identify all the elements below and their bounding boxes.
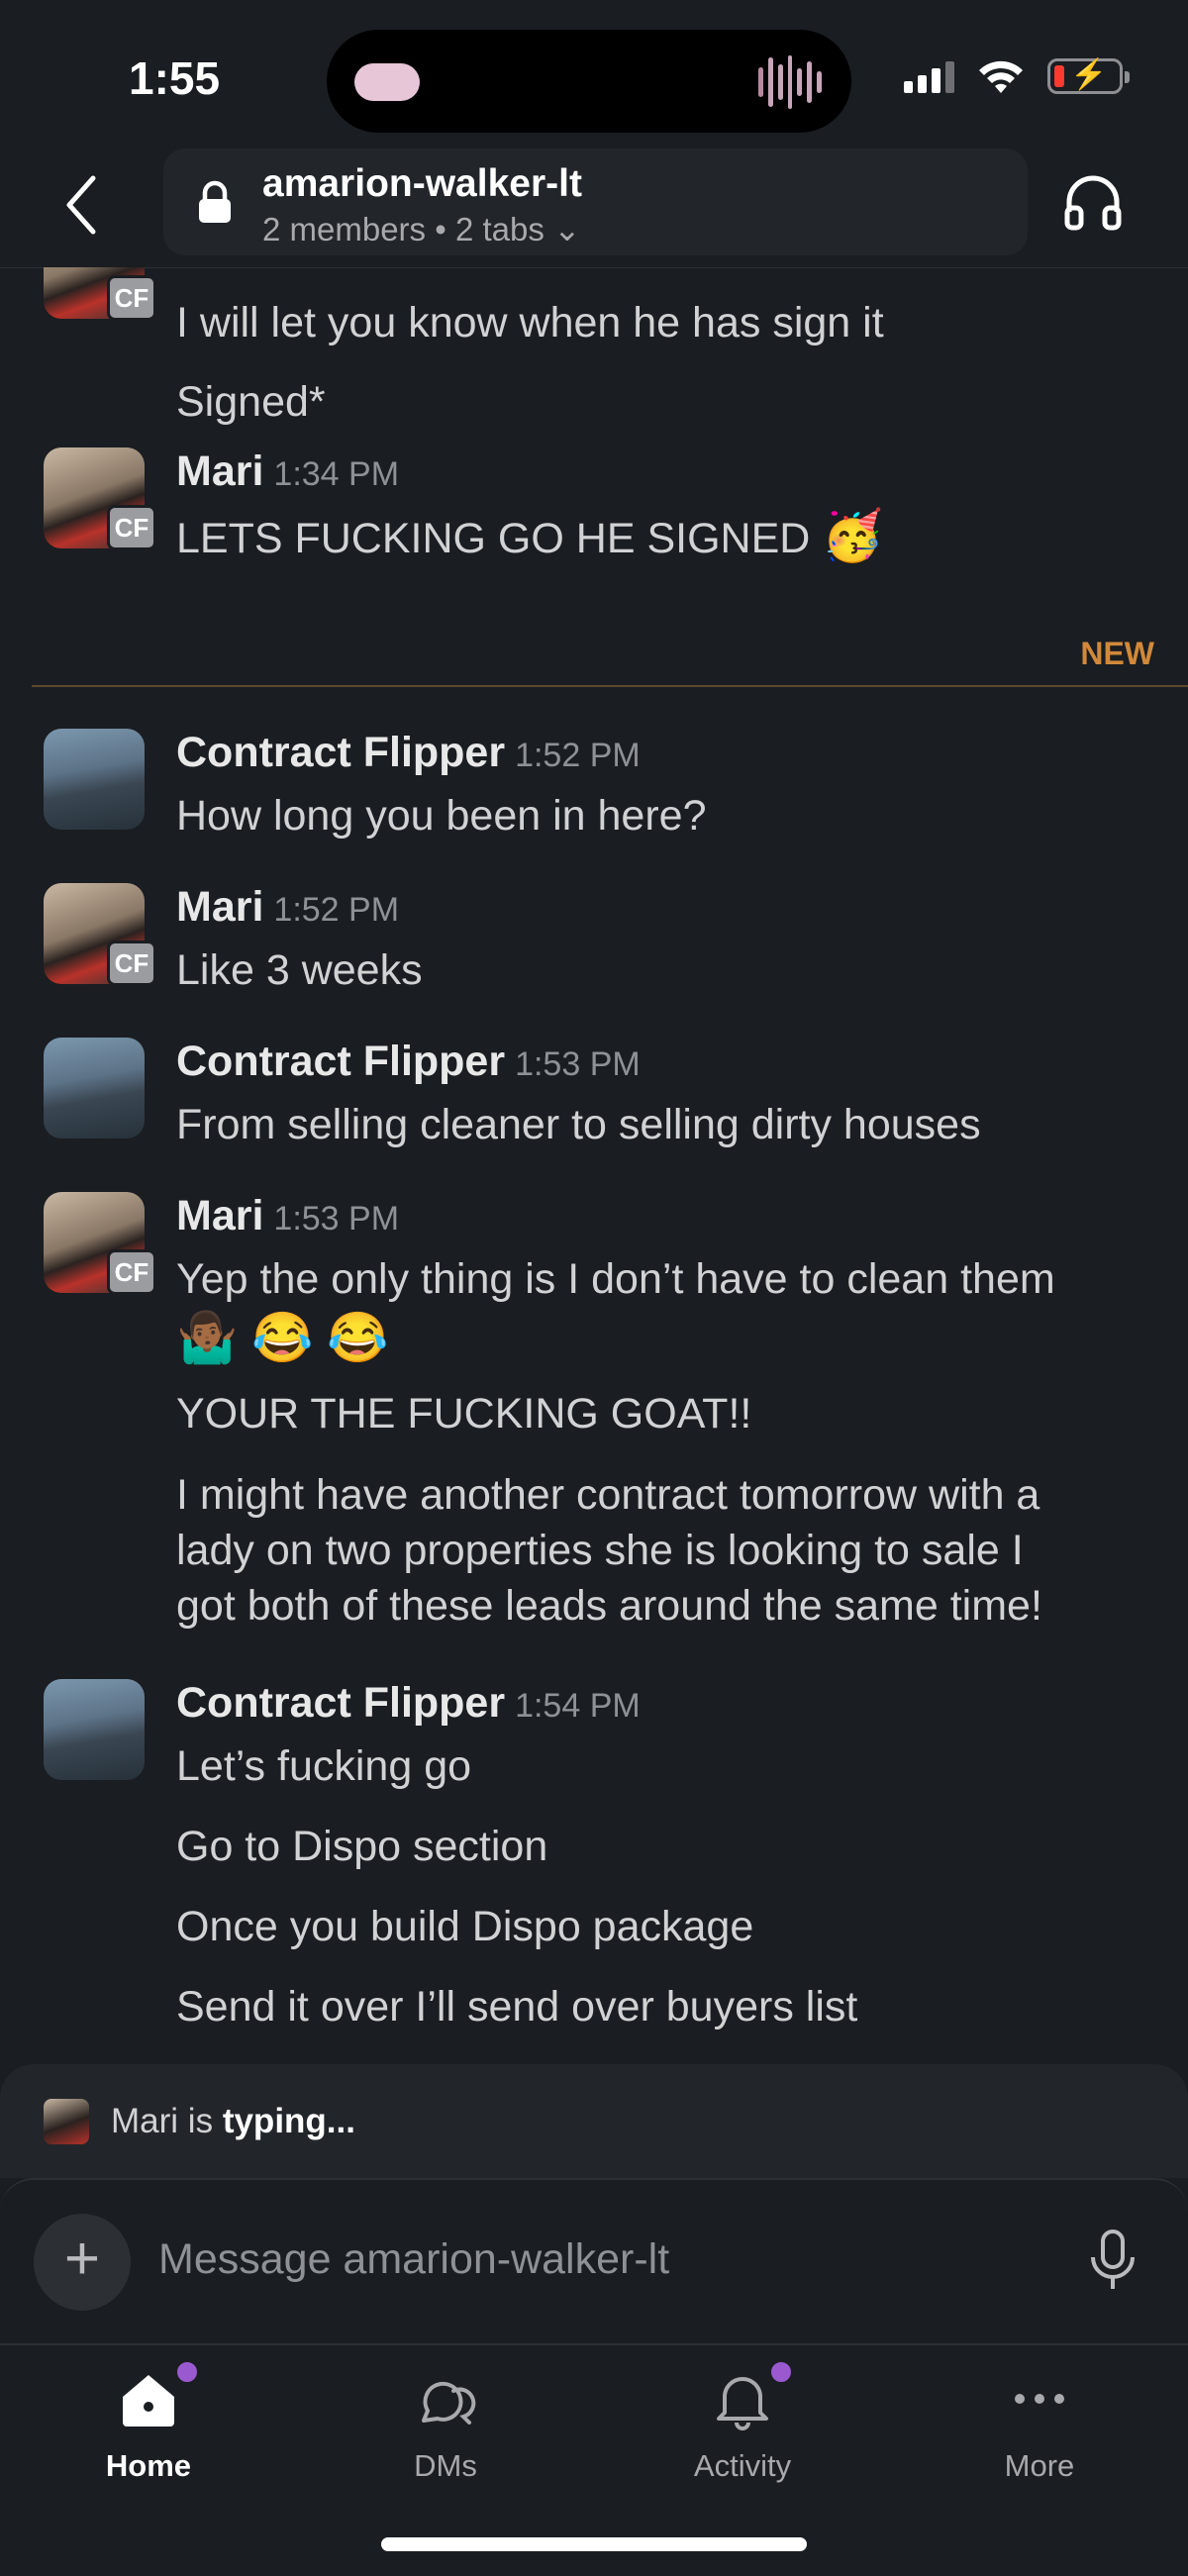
typing-avatar	[44, 2099, 89, 2144]
cf-badge: CF	[107, 275, 156, 321]
dynamic-island[interactable]	[327, 30, 851, 133]
message-time: 1:52 PM	[273, 891, 400, 929]
sender-name[interactable]: Contract Flipper	[176, 1679, 505, 1727]
partying-face-emoji: 🥳	[822, 508, 884, 563]
tab-label: DMs	[414, 2448, 477, 2483]
message-input[interactable]	[156, 2224, 1032, 2295]
back-button[interactable]	[61, 170, 121, 240]
message-text: Yep the only thing is I don’t have to cl…	[176, 1255, 1055, 1303]
sender-name[interactable]: Contract Flipper	[176, 729, 505, 776]
new-messages-label: NEW	[1080, 636, 1154, 671]
message-text: Send it over I’ll send over buyers list	[176, 1983, 858, 2031]
notification-dot	[768, 2359, 794, 2385]
message-text: Go to Dispo section	[176, 1823, 548, 1870]
message-list[interactable]: CF I will let you know when he has sign …	[0, 267, 1188, 2059]
typing-indicator: Mari is typing...	[0, 2064, 1188, 2178]
sender-row: Mari 1:52 PM	[176, 883, 399, 932]
avatar[interactable]	[44, 729, 145, 830]
typing-verb: is	[187, 2102, 214, 2140]
add-attachment-button[interactable]: +	[34, 2214, 131, 2311]
message-text: From selling cleaner to selling dirty ho…	[176, 1101, 981, 1148]
channel-header: amarion-walker-lt 2 members • 2 tabs ⌄	[0, 149, 1188, 268]
more-icon	[1015, 2394, 1064, 2404]
dms-icon	[422, 2381, 476, 2425]
tab-label: More	[1004, 2448, 1075, 2483]
message-text: How long you been in here?	[176, 792, 707, 840]
audio-waveform-icon	[758, 55, 823, 109]
message-text: Like 3 weeks	[176, 946, 423, 994]
cf-badge: CF	[107, 941, 156, 986]
avatar[interactable]	[44, 1679, 145, 1780]
sender-row: Contract Flipper 1:54 PM	[176, 1679, 641, 1728]
message-text: I might have another contract tomorrow w…	[176, 1471, 1040, 1519]
message-composer: +	[0, 2178, 1188, 2343]
message-body: LETS FUCKING GO HE SIGNED	[176, 515, 811, 562]
message-text: YOUR THE FUCKING GOAT!!	[176, 1390, 752, 1437]
sender-row: Mari 1:53 PM	[176, 1192, 399, 1240]
sender-name[interactable]: Mari	[176, 1192, 263, 1239]
tab-dms[interactable]: DMs	[346, 2367, 544, 2516]
cellular-signal-icon	[904, 59, 954, 93]
message-time: 1:54 PM	[515, 1687, 641, 1725]
tab-home[interactable]: Home	[50, 2359, 248, 2516]
message-text: LETS FUCKING GO HE SIGNED 🥳	[176, 507, 884, 565]
channel-subtitle: 2 members • 2 tabs ⌄	[262, 211, 581, 248]
lock-icon	[199, 180, 231, 223]
notification-dot	[174, 2359, 200, 2385]
message-time: 1:34 PM	[273, 455, 400, 493]
avatar[interactable]	[44, 1038, 145, 1139]
new-messages-divider	[32, 685, 1188, 687]
sender-row: Mari 1:34 PM	[176, 447, 399, 496]
microphone-icon[interactable]	[1085, 2228, 1140, 2297]
plus-icon: +	[63, 2225, 101, 2293]
tab-activity[interactable]: Activity	[644, 2359, 842, 2516]
message-text: got both of these leads around the same …	[176, 1582, 1042, 1630]
cf-badge: CF	[107, 1249, 156, 1295]
sender-name[interactable]: Mari	[176, 883, 263, 931]
sender-row: Contract Flipper 1:52 PM	[176, 729, 641, 777]
tab-label: Home	[105, 2448, 192, 2483]
message-time: 1:53 PM	[515, 1045, 641, 1083]
cf-badge: CF	[107, 505, 156, 550]
battery-icon: ⚡	[1047, 58, 1130, 94]
sender-name[interactable]: Mari	[176, 447, 263, 495]
message-time: 1:52 PM	[515, 737, 641, 774]
typing-user: Mari	[111, 2102, 179, 2140]
tab-label: Activity	[693, 2448, 792, 2483]
status-bar: 1:55 ⚡	[0, 0, 1188, 149]
message-text: Let’s fucking go	[176, 1742, 472, 1790]
message-time: 1:53 PM	[273, 1200, 400, 1238]
home-indicator	[381, 2537, 807, 2551]
tab-more[interactable]: More	[940, 2367, 1138, 2516]
emoji-row: 🤷🏾‍♂️ 😂 😂	[176, 1310, 389, 1365]
sender-name[interactable]: Contract Flipper	[176, 1038, 505, 1085]
headphones-icon[interactable]	[1059, 168, 1127, 236]
bell-icon	[717, 2377, 768, 2430]
wifi-icon	[979, 60, 1023, 93]
status-time: 1:55	[129, 52, 221, 104]
typing-status: typing...	[222, 2102, 355, 2140]
typing-text: Mari is typing...	[111, 2102, 355, 2141]
channel-title-button[interactable]: amarion-walker-lt 2 members • 2 tabs ⌄	[163, 149, 1028, 255]
home-icon	[123, 2375, 174, 2427]
chevron-left-icon	[66, 175, 96, 235]
sender-row: Contract Flipper 1:53 PM	[176, 1038, 641, 1086]
channel-name: amarion-walker-lt	[262, 162, 582, 205]
message-text: I will let you know when he has sign it	[176, 299, 884, 347]
message-text: Signed*	[176, 378, 326, 426]
now-playing-thumbnail	[354, 63, 420, 101]
message-text: Once you build Dispo package	[176, 1903, 754, 1950]
message-text: lady on two properties she is looking to…	[176, 1527, 1024, 1574]
